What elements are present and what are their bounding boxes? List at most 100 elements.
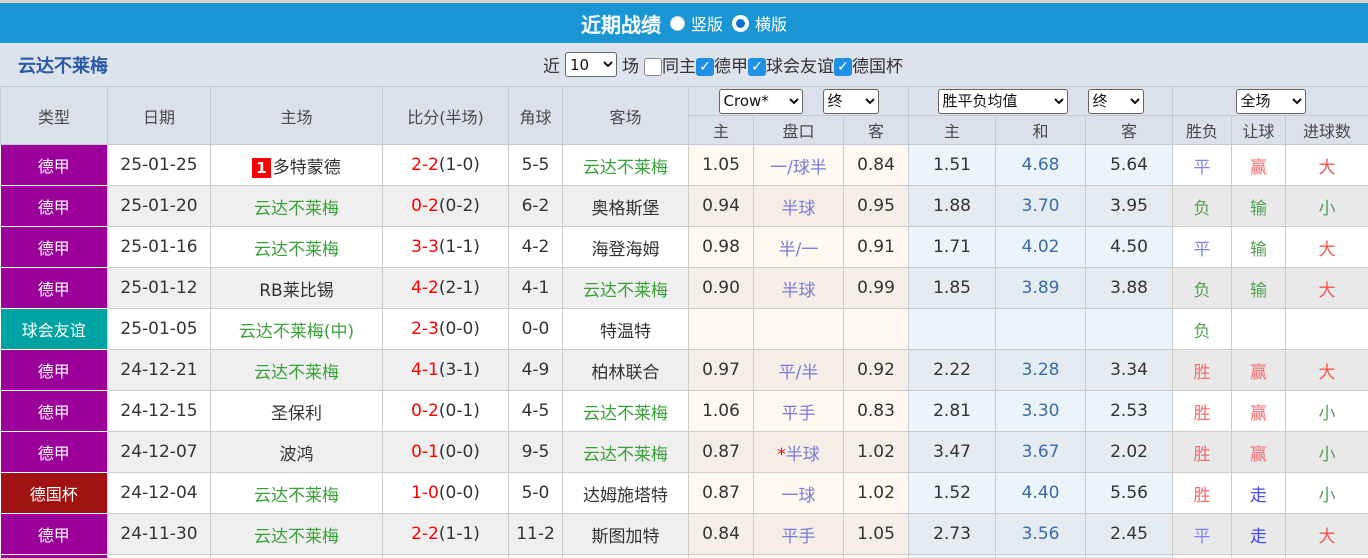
cell-result: 胜 [1172, 390, 1233, 432]
german-cup-checkbox[interactable]: ✓ [834, 58, 852, 76]
games-label: 场 [622, 57, 639, 77]
vertical-layout-radio[interactable]: 竖版 [669, 11, 723, 35]
odds-select-cell: Crow* 终 [687, 86, 910, 116]
cell-empty [210, 554, 383, 558]
cell-score: 2-2(1-1) [382, 513, 509, 555]
cell-handicap-result: 输 [1231, 185, 1287, 227]
cell-competition: 德甲 [0, 349, 108, 391]
avg-select-cell: 胜平负均值 终 [908, 86, 1174, 116]
cell-goals: 大 [1285, 349, 1368, 391]
cell-score: 4-1(3-1) [382, 349, 509, 391]
cell-corners: 4-1 [508, 267, 563, 309]
col-header-odds-home: 主 [688, 115, 754, 145]
cell-avg-away: 3.95 [1085, 185, 1174, 227]
cell-date: 24-12-21 [107, 349, 211, 391]
recent-count-select[interactable]: 10 [565, 52, 617, 77]
cell-away-team: 特温特 [562, 308, 689, 350]
cell-empty [995, 554, 1087, 558]
cell-empty [562, 554, 689, 558]
cell-avg-draw: 4.40 [995, 472, 1087, 514]
cell-date: 24-12-15 [107, 390, 211, 432]
col-header-score: 比分(半场) [382, 86, 509, 145]
cell-empty [1231, 554, 1287, 558]
vertical-layout-label[interactable]: 竖版 [691, 11, 723, 35]
cell-date: 25-01-25 [107, 144, 211, 186]
cell-corners: 4-2 [508, 226, 563, 268]
cell-home-team: 云达不莱梅 [210, 513, 383, 555]
col-header-handicap: 盘口 [753, 115, 844, 145]
cell-corners: 5-0 [508, 472, 563, 514]
cell-goals: 大 [1285, 267, 1368, 309]
cell-avg-home: 1.51 [908, 144, 997, 186]
avg-metric-select[interactable]: 胜平负均值 [937, 88, 1068, 114]
checkbox-label[interactable]: 同主 [662, 57, 696, 77]
club-friendly-checkbox[interactable]: ✓ [748, 58, 766, 76]
cell-odds-away: 0.92 [843, 349, 910, 391]
table-row: 德甲 25-01-25 1 多特蒙德 2-2(1-0) 5-5 云达不莱梅 1.05 一/球半 0… [0, 144, 1368, 186]
cell-avg-home: 1.52 [908, 472, 997, 514]
cell-corners: 9-5 [508, 431, 563, 473]
cell-odds-home: 0.94 [688, 185, 754, 227]
cell-result: 胜 [1172, 472, 1233, 514]
cell-competition: 德甲 [0, 185, 108, 227]
cell-avg-home: 1.85 [908, 267, 997, 309]
cell-result: 胜 [1172, 431, 1233, 473]
cell-away-team: 云达不莱梅 [562, 390, 689, 432]
checkbox-label[interactable]: 球会友谊 [766, 57, 834, 77]
cell-avg-home: 1.88 [908, 185, 997, 227]
cell-corners: 11-2 [508, 513, 563, 555]
cell-corners: 4-9 [508, 349, 563, 391]
radio-off-icon[interactable] [669, 15, 685, 31]
cell-score: 2-3(0-0) [382, 308, 509, 350]
cell-odds-home: 0.87 [688, 431, 754, 473]
checkbox-label[interactable]: 德甲 [714, 57, 748, 77]
cell-home-team: 云达不莱梅 [210, 226, 383, 268]
bundesliga-checkbox[interactable]: ✓ [696, 58, 714, 76]
cell-away-team: 云达不莱梅 [562, 431, 689, 473]
cell-competition: 德甲 [0, 390, 108, 432]
cell-corners: 4-5 [508, 390, 563, 432]
cell-avg-draw: 3.28 [995, 349, 1087, 391]
cell-away-team: 云达不莱梅 [562, 267, 689, 309]
cell-odds-away: 0.91 [843, 226, 910, 268]
cell-empty [382, 554, 509, 558]
cell-handicap-result: 输 [1231, 267, 1287, 309]
filter-bar: 云达不莱梅 近 10 场 同主 ✓ 德甲 ✓ 球会友谊 ✓ 德国杯 [0, 43, 1368, 86]
match-scope-select[interactable]: 全场 [1235, 88, 1306, 114]
horizontal-layout-radio[interactable]: 横版 [732, 11, 787, 35]
cell-score: 0-2(0-2) [382, 185, 509, 227]
cell-home-team: RB莱比锡 [210, 267, 383, 309]
cell-handicap-result: 赢 [1231, 431, 1287, 473]
col-header-avg-home: 主 [908, 115, 997, 145]
table-row: 德甲 24-12-07 波鸿 0-1(0-0) 9-5 云达不莱梅 0.87 *半球 1.02 3… [0, 431, 1368, 473]
col-header-type: 类型 [0, 86, 108, 145]
cell-empty [107, 554, 211, 558]
col-header-odds-away: 客 [842, 115, 910, 145]
rank-badge: 1 [252, 157, 271, 178]
col-header-handicap-result: 让球 [1231, 115, 1287, 145]
table-row: 德甲 25-01-12 RB莱比锡 4-2(2-1) 4-1 云达不莱梅 0.90 半球 0.9… [0, 267, 1368, 309]
cell-result: 负 [1172, 267, 1233, 309]
odds-time-select[interactable]: 终 [822, 88, 879, 114]
team-name-title: 云达不莱梅 [18, 55, 108, 77]
avg-time-select[interactable]: 终 [1087, 88, 1144, 114]
col-header-home: 主场 [210, 86, 383, 145]
recent-results-widget: 近期战绩 竖版 横版 云达不莱梅 近 10 场 同主 ✓ 德甲 ✓ 球会友谊 ✓ 德国杯 [0, 0, 1368, 558]
radio-on-icon[interactable] [732, 14, 749, 32]
same-home-checkbox[interactable] [644, 58, 662, 76]
cell-handicap: 半球 [753, 267, 844, 309]
odds-company-select[interactable]: Crow* [718, 88, 803, 114]
table-row: 德甲 24-12-21 云达不莱梅 4-1(3-1) 4-9 柏林联合 0.97 平/半 0.9… [0, 349, 1368, 391]
cell-handicap: *半球 [753, 431, 844, 473]
cell-score: 0-1(0-0) [382, 431, 509, 473]
table-row-partial [0, 554, 1368, 558]
cell-avg-away: 2.02 [1085, 431, 1174, 473]
col-header-goals: 进球数 [1285, 115, 1368, 145]
horizontal-layout-label[interactable]: 横版 [755, 11, 787, 35]
table-header: 类型 日期 主场 比分(半场) 角球 客场 Crow* 终 胜平负均值 终 全场… [0, 86, 1368, 145]
cell-score: 3-3(1-1) [382, 226, 509, 268]
cell-result: 负 [1172, 185, 1233, 227]
cell-empty [688, 554, 754, 558]
checkbox-label[interactable]: 德国杯 [852, 57, 903, 77]
cell-avg-away: 4.50 [1085, 226, 1174, 268]
